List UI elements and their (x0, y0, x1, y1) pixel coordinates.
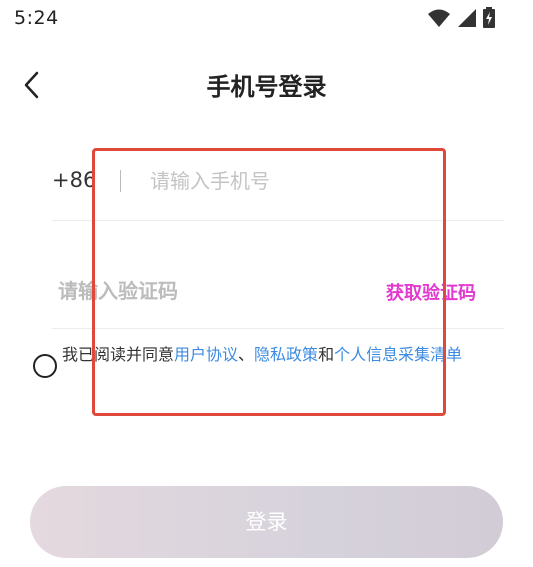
status-icons (427, 7, 495, 29)
country-code[interactable]: +86 (52, 168, 96, 192)
phone-underline (52, 220, 504, 221)
wifi-icon (427, 9, 450, 27)
country-code-divider (120, 170, 121, 192)
status-time: 5:24 (14, 7, 59, 29)
personal-info-list-link[interactable]: 个人信息采集清单 (334, 345, 462, 364)
agreement-checkbox[interactable] (33, 354, 57, 378)
agreement-prefix: 我已阅读并同意 (62, 345, 175, 364)
signal-icon (457, 9, 476, 27)
verification-code-input[interactable] (56, 270, 360, 312)
agreement-text: 我已阅读并同意用户协议、隐私政策和个人信息采集清单 (62, 344, 502, 366)
battery-charging-icon (483, 7, 495, 28)
user-agreement-link[interactable]: 用户协议 (174, 345, 238, 364)
get-code-button[interactable]: 获取验证码 (386, 279, 476, 305)
agreement-conjunction: 和 (318, 345, 335, 364)
phone-input[interactable] (148, 160, 482, 202)
phone-row: +86 (52, 160, 502, 220)
agreement-separator: 、 (238, 345, 255, 364)
code-underline (52, 328, 504, 329)
page-title: 手机号登录 (206, 73, 327, 101)
privacy-policy-link[interactable]: 隐私政策 (254, 345, 318, 364)
login-button[interactable]: 登录 (30, 486, 503, 558)
login-page: 5:24 手机号登录 +86 获取验证码 我已阅读并同意用户协议、隐私政策和个人… (0, 0, 533, 567)
